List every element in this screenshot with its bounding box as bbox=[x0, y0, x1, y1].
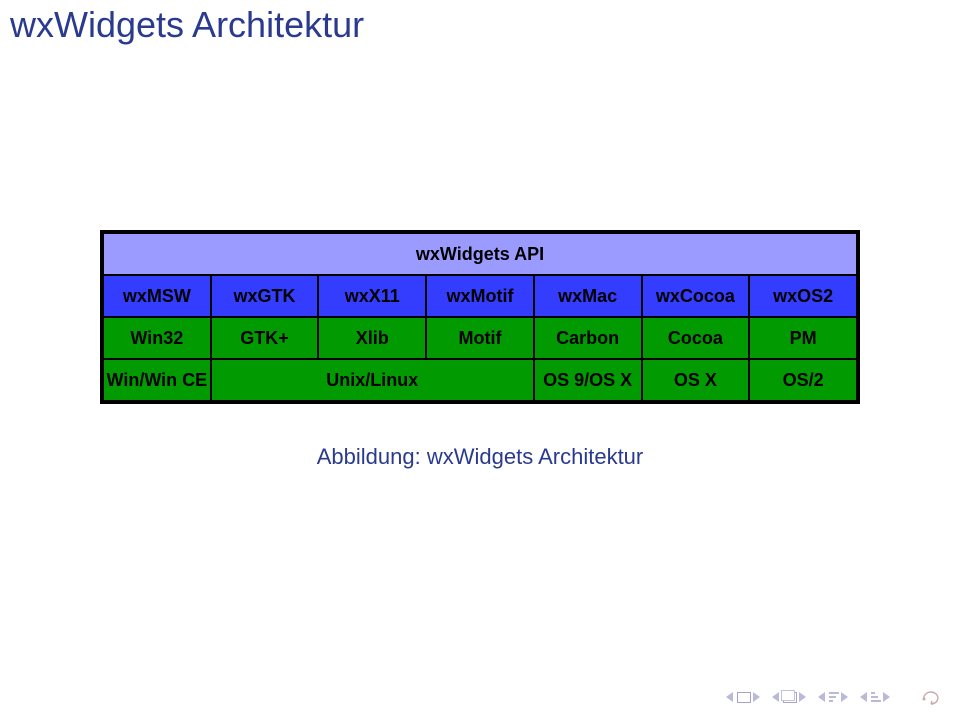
wx-cell: wxGTK bbox=[211, 275, 319, 317]
wx-cell: wxCocoa bbox=[642, 275, 750, 317]
wx-cell: wxOS2 bbox=[749, 275, 857, 317]
architecture-table: wxWidgets API wxMSW wxGTK wxX11 wxMotif … bbox=[100, 230, 860, 404]
caption-prefix: Abbildung: bbox=[317, 444, 421, 469]
undo-icon[interactable] bbox=[920, 690, 938, 704]
nav-section-group[interactable] bbox=[772, 692, 806, 703]
wx-cell: wxMotif bbox=[426, 275, 534, 317]
nav-slide-group[interactable] bbox=[726, 692, 760, 703]
table-row: wxWidgets API bbox=[103, 233, 857, 275]
api-cell: wxWidgets API bbox=[103, 233, 857, 275]
slide-stack-icon bbox=[783, 692, 797, 703]
lib-cell: Win32 bbox=[103, 317, 211, 359]
slide-frame-icon bbox=[737, 692, 751, 703]
os-cell: Win/Win CE bbox=[103, 359, 211, 401]
next-icon bbox=[753, 692, 760, 702]
table-row: Win/Win CE Unix/Linux OS 9/OS X OS X OS/… bbox=[103, 359, 857, 401]
table-row: wxMSW wxGTK wxX11 wxMotif wxMac wxCocoa … bbox=[103, 275, 857, 317]
figure-caption: Abbildung: wxWidgets Architektur bbox=[100, 444, 860, 470]
prev-icon bbox=[818, 692, 825, 702]
lib-cell: Carbon bbox=[534, 317, 642, 359]
table-row: Win32 GTK+ Xlib Motif Carbon Cocoa PM bbox=[103, 317, 857, 359]
architecture-diagram: wxWidgets API wxMSW wxGTK wxX11 wxMotif … bbox=[100, 230, 860, 470]
prev-icon bbox=[772, 692, 779, 702]
os-cell: OS/2 bbox=[749, 359, 857, 401]
wx-cell: wxX11 bbox=[318, 275, 426, 317]
lib-cell: Motif bbox=[426, 317, 534, 359]
os-cell: Unix/Linux bbox=[211, 359, 534, 401]
next-icon bbox=[883, 692, 890, 702]
prev-icon bbox=[860, 692, 867, 702]
nav-subsection-b-group[interactable] bbox=[860, 692, 890, 703]
lib-cell: Cocoa bbox=[642, 317, 750, 359]
page-title: wxWidgets Architektur bbox=[10, 4, 364, 46]
caption-text: wxWidgets Architektur bbox=[427, 444, 643, 469]
bars-increasing-icon bbox=[871, 692, 881, 703]
beamer-nav bbox=[726, 690, 938, 704]
next-icon bbox=[841, 692, 848, 702]
lib-cell: GTK+ bbox=[211, 317, 319, 359]
lib-cell: Xlib bbox=[318, 317, 426, 359]
os-cell: OS 9/OS X bbox=[534, 359, 642, 401]
lib-cell: PM bbox=[749, 317, 857, 359]
next-icon bbox=[799, 692, 806, 702]
prev-icon bbox=[726, 692, 733, 702]
bars-decreasing-icon bbox=[829, 692, 839, 703]
wx-cell: wxMSW bbox=[103, 275, 211, 317]
wx-cell: wxMac bbox=[534, 275, 642, 317]
nav-subsection-a-group[interactable] bbox=[818, 692, 848, 703]
os-cell: OS X bbox=[642, 359, 750, 401]
